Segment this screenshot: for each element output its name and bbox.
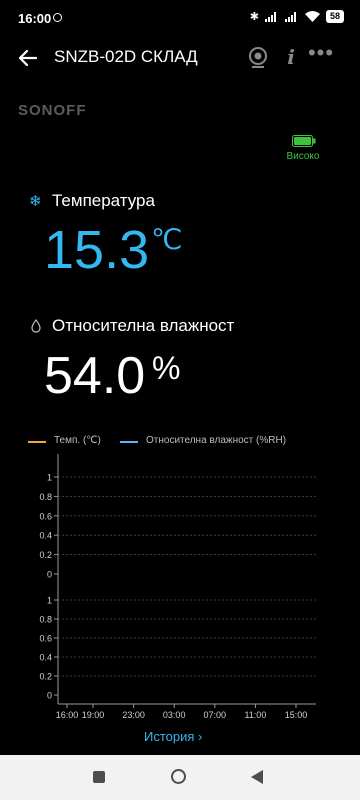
signal-icon — [284, 11, 296, 22]
device-battery-icon — [292, 135, 316, 147]
x-tick-label: 15:00 — [285, 710, 308, 720]
upper-y-tick-label: 0.2 — [39, 550, 52, 560]
battery-level-label: Високо — [286, 151, 320, 162]
home-icon[interactable] — [171, 769, 186, 784]
status-icons: ✱ 58 — [250, 10, 344, 23]
upper-y-tick-label: 0.4 — [39, 531, 52, 541]
lower-y-tick-label: 0.4 — [39, 653, 52, 663]
wifi-icon — [304, 11, 320, 22]
lower-y-tick-label: 0.6 — [39, 634, 52, 644]
lower-y-tick-label: 0.2 — [39, 672, 52, 682]
alarm-ring-icon — [53, 13, 62, 22]
x-tick-label: 16:00 — [56, 710, 79, 720]
temperature-label: Температура — [52, 191, 155, 210]
upper-y-tick-label: 0.6 — [39, 511, 52, 521]
more-icon[interactable]: ••• — [306, 42, 336, 70]
info-icon[interactable]: i — [282, 42, 300, 72]
temperature-unit: ℃ — [151, 224, 183, 255]
x-tick-label: 19:00 — [82, 710, 105, 720]
humidity-label: Относителна влажност — [52, 316, 235, 335]
back-arrow-icon — [18, 49, 38, 67]
x-tick-label: 23:00 — [122, 710, 145, 720]
page-title: SNZB-02D СКЛАД — [54, 47, 198, 66]
status-bar: 16:00 ✱ 58 — [0, 0, 360, 38]
camera-icon — [249, 47, 267, 68]
lower-y-tick-label: 0 — [47, 691, 52, 701]
brand-logo: SONOFF — [18, 102, 87, 119]
history-chart[interactable]: 1 0.8 0.6 0.4 0.2 0 1 0.8 0.6 0.4 0.2 0 16:00 19:00 23… — [0, 440, 360, 720]
snowflake-icon: ❄ — [29, 193, 42, 210]
lower-y-tick-label: 1 — [47, 596, 52, 606]
app-bar: SNZB-02D СКЛАД i ••• — [0, 38, 360, 78]
signal-icon — [264, 11, 276, 22]
battery-icon: 58 — [325, 10, 344, 23]
status-time: 16:00 — [18, 11, 52, 26]
drop-icon — [31, 319, 41, 333]
upper-y-tick-label: 1 — [47, 473, 52, 483]
x-tick-label: 07:00 — [204, 710, 227, 720]
lower-y-tick-label: 0.8 — [39, 615, 52, 625]
humidity-value: 54.0 — [44, 347, 146, 405]
upper-y-tick-label: 0.8 — [39, 492, 52, 502]
x-tick-label: 03:00 — [163, 710, 186, 720]
bluetooth-icon: ✱ — [249, 11, 259, 23]
temperature-value: 15.3 — [44, 220, 150, 280]
recent-apps-icon[interactable] — [93, 771, 105, 783]
humidity-unit: % — [152, 350, 181, 386]
x-tick-label: 11:00 — [244, 710, 266, 720]
history-link[interactable]: История › — [144, 729, 202, 744]
back-button[interactable] — [14, 44, 44, 72]
upper-y-tick-label: 0 — [47, 570, 52, 580]
system-nav-bar — [0, 755, 360, 800]
nav-back-icon[interactable] — [251, 770, 263, 784]
camera-button[interactable] — [245, 45, 271, 71]
